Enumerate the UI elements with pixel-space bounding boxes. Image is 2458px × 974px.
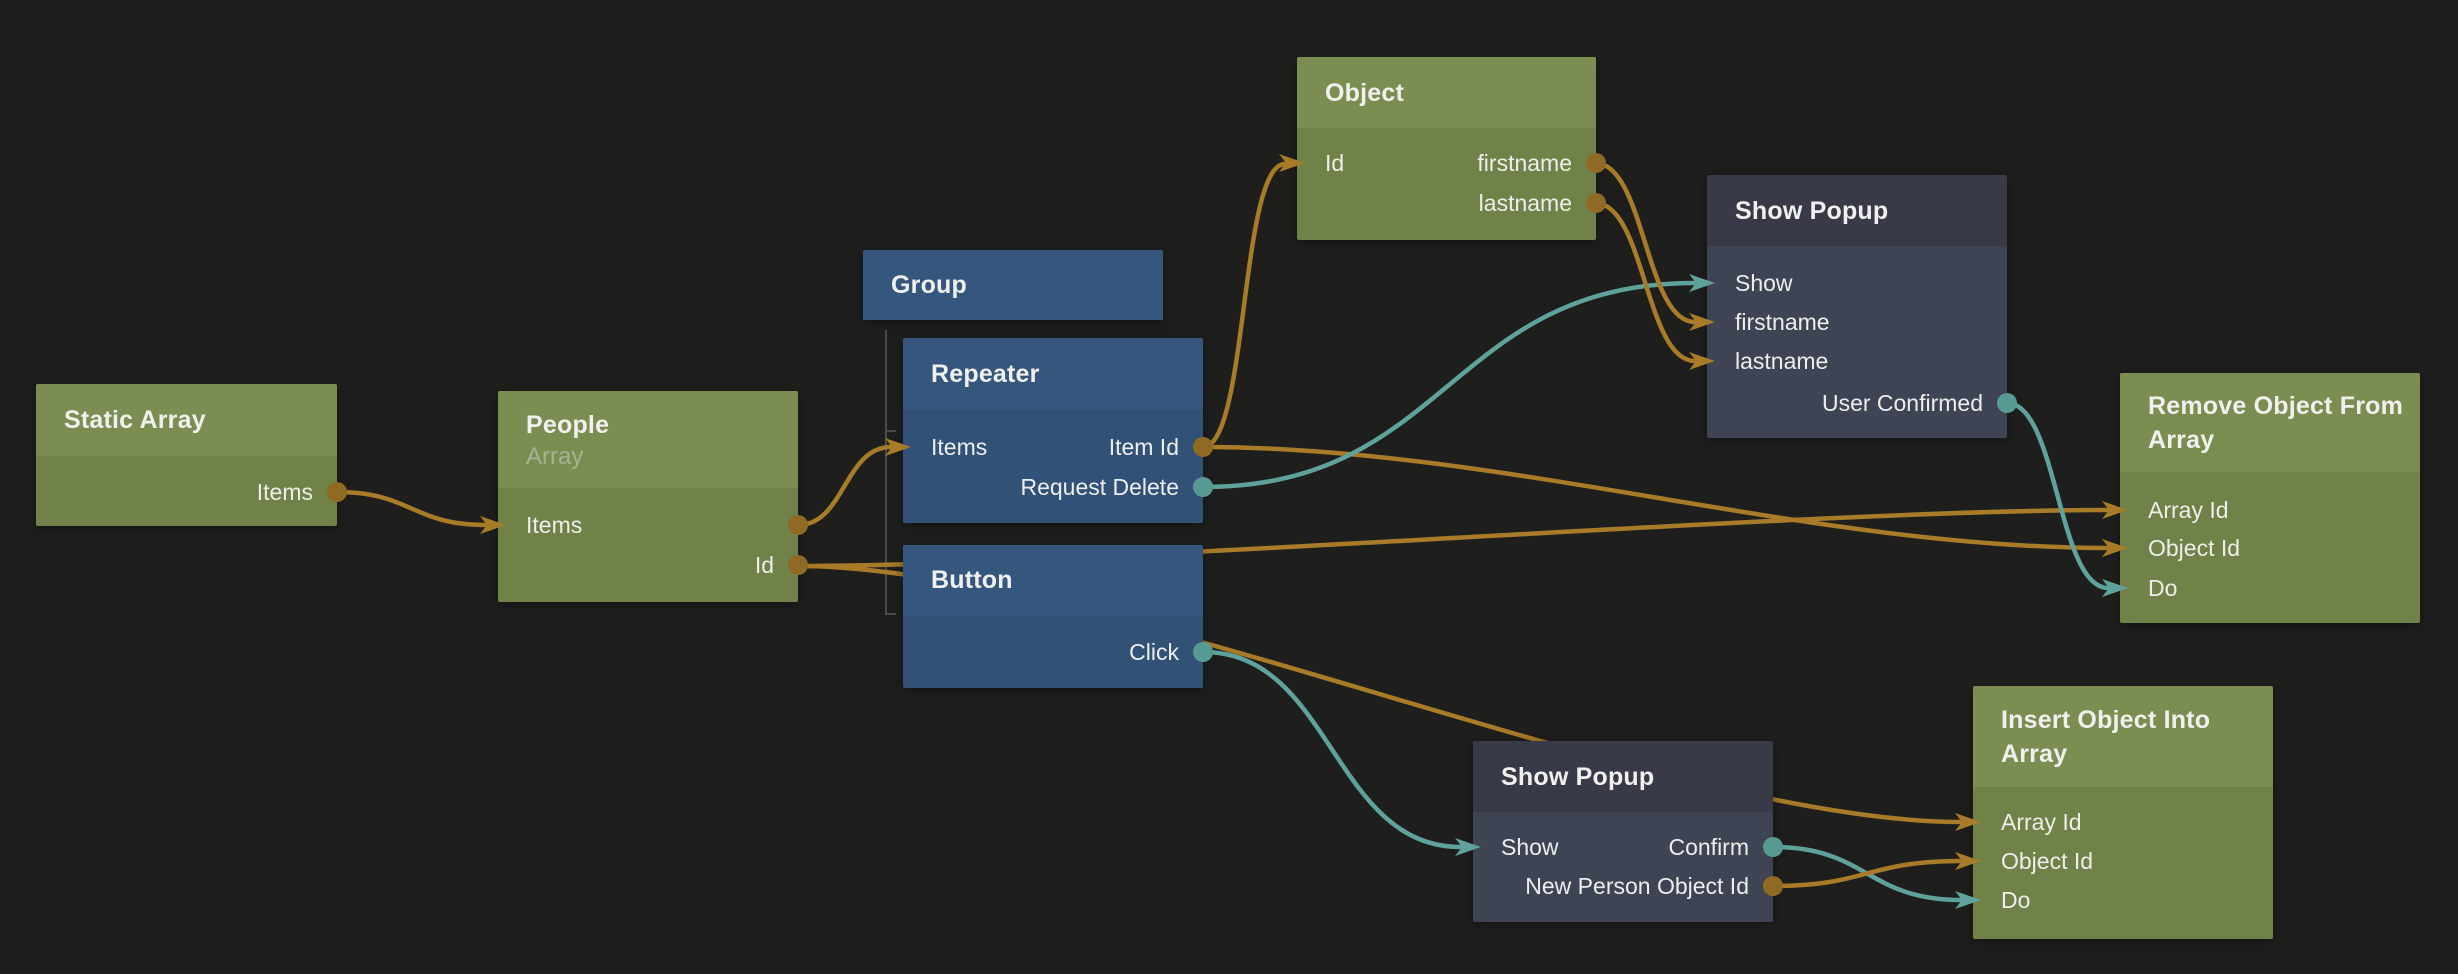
port-label-do: Do bbox=[2148, 574, 2177, 602]
port-label-item-id: Item Id bbox=[1109, 433, 1179, 461]
port-label-user-confirmed: User Confirmed bbox=[1822, 389, 1983, 417]
node-title: Object bbox=[1325, 76, 1584, 110]
node-header: PeopleArray bbox=[498, 391, 798, 488]
node-graph-canvas[interactable]: Static Array Items PeopleArray Items Id Group… bbox=[0, 0, 2458, 974]
node-header: Static Array bbox=[36, 384, 337, 456]
node-show-popup-top[interactable]: Show Popup Show firstname lastname User Conf… bbox=[1707, 175, 2007, 438]
port-label-click: Click bbox=[1129, 638, 1179, 666]
node-repeater[interactable]: Repeater Items Item Id Request Delete bbox=[903, 338, 1203, 523]
port-label-id: Id bbox=[755, 551, 774, 579]
port-label-array-id: Array Id bbox=[2001, 808, 2082, 836]
node-header: Show Popup bbox=[1473, 741, 1773, 812]
node-remove-object-from-array[interactable]: Remove Object From Array Array Id Object I… bbox=[2120, 373, 2420, 623]
node-title: People bbox=[526, 408, 786, 442]
node-header: Insert Object Into Array bbox=[1973, 686, 2273, 787]
port-label-lastname: lastname bbox=[1735, 347, 1828, 375]
node-object[interactable]: Object Id firstname lastname bbox=[1297, 57, 1596, 240]
port-label-items: Items bbox=[526, 511, 582, 539]
port-label-object-id: Object Id bbox=[2148, 534, 2240, 562]
node-button[interactable]: Button Click bbox=[903, 545, 1203, 688]
port-label-object-id: Object Id bbox=[2001, 847, 2093, 875]
port-label-lastname: lastname bbox=[1479, 189, 1572, 217]
node-title: Show Popup bbox=[1501, 760, 1761, 794]
port-label-items: Items bbox=[257, 478, 313, 506]
port-label-items: Items bbox=[931, 433, 987, 461]
node-title: Remove Object From Array bbox=[2148, 389, 2408, 457]
node-subtitle: Array bbox=[526, 442, 786, 472]
port-label-show: Show bbox=[1501, 833, 1559, 861]
node-title: Button bbox=[931, 563, 1191, 597]
node-static-array[interactable]: Static Array Items bbox=[36, 384, 337, 526]
port-label-new-person-object-id: New Person Object Id bbox=[1525, 872, 1749, 900]
node-group[interactable]: Group bbox=[863, 250, 1163, 320]
node-insert-object-into-array[interactable]: Insert Object Into Array Array Id Object I… bbox=[1973, 686, 2273, 939]
node-header: Group bbox=[863, 250, 1163, 320]
node-header: Show Popup bbox=[1707, 175, 2007, 246]
node-title: Repeater bbox=[931, 357, 1191, 391]
node-show-popup-bottom[interactable]: Show Popup Show Confirm New Person Object I… bbox=[1473, 741, 1773, 922]
node-header: Object bbox=[1297, 57, 1596, 128]
port-label-firstname: firstname bbox=[1477, 149, 1572, 177]
node-title: Static Array bbox=[64, 403, 325, 437]
nodes-layer: Static Array Items PeopleArray Items Id Group… bbox=[0, 0, 2458, 974]
port-label-firstname: firstname bbox=[1735, 308, 1830, 336]
port-label-do: Do bbox=[2001, 886, 2030, 914]
port-label-show: Show bbox=[1735, 269, 1793, 297]
port-label-request-delete: Request Delete bbox=[1020, 473, 1179, 501]
node-header: Remove Object From Array bbox=[2120, 373, 2420, 472]
node-title: Show Popup bbox=[1735, 194, 1995, 228]
port-label-array-id: Array Id bbox=[2148, 496, 2229, 524]
port-label-id: Id bbox=[1325, 149, 1344, 177]
node-title: Insert Object Into Array bbox=[2001, 703, 2261, 771]
node-people[interactable]: PeopleArray Items Id bbox=[498, 391, 798, 602]
node-title: Group bbox=[891, 268, 1151, 302]
port-label-confirm: Confirm bbox=[1668, 833, 1749, 861]
node-header: Button bbox=[903, 545, 1203, 615]
node-header: Repeater bbox=[903, 338, 1203, 410]
